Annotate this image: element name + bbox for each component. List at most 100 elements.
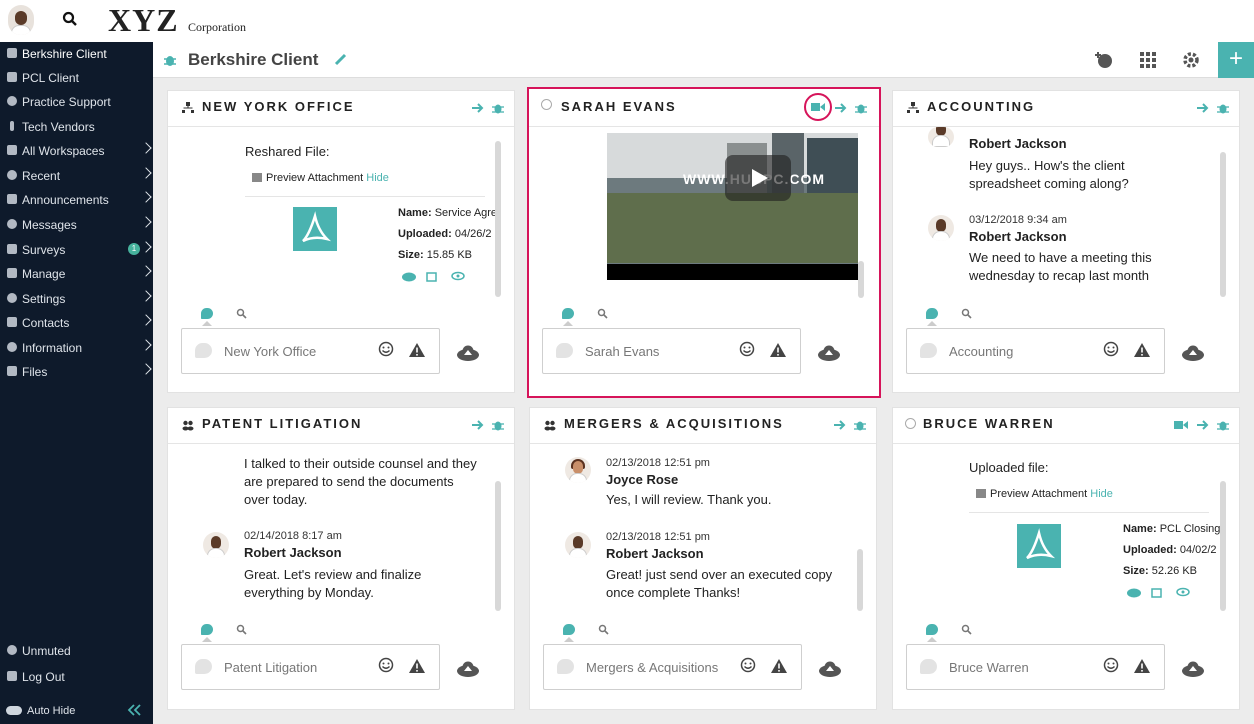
play-button[interactable] bbox=[725, 155, 791, 201]
sidebar-item-announcements[interactable]: Announcements bbox=[0, 188, 153, 212]
sidebar-item-label: Messages bbox=[22, 218, 77, 232]
search-icon[interactable] bbox=[598, 624, 609, 635]
cloud-upload-icon[interactable] bbox=[1181, 345, 1205, 361]
bug-icon[interactable] bbox=[492, 419, 504, 431]
chat-tab-icon[interactable] bbox=[201, 308, 213, 319]
sidebar-item-messages[interactable]: Messages bbox=[0, 213, 153, 237]
emoji-icon[interactable] bbox=[378, 341, 394, 357]
pdf-file-icon[interactable] bbox=[1017, 524, 1061, 568]
open-arrow-icon[interactable] bbox=[1196, 419, 1210, 431]
cloud-upload-icon[interactable] bbox=[817, 345, 841, 361]
message-input[interactable]: Accounting bbox=[906, 328, 1165, 374]
message-input[interactable]: New York Office bbox=[181, 328, 440, 374]
hide-link[interactable]: Hide bbox=[1090, 488, 1113, 500]
collapse-sidebar-icon[interactable] bbox=[127, 704, 141, 716]
emoji-icon[interactable] bbox=[1103, 657, 1119, 673]
alert-icon[interactable] bbox=[770, 658, 788, 674]
video-player[interactable]: WWW.HUBPC.COM bbox=[607, 133, 858, 280]
search-icon[interactable] bbox=[236, 308, 247, 319]
chat-tab-icon[interactable] bbox=[563, 624, 575, 635]
auto-hide-label: Auto Hide bbox=[27, 705, 76, 717]
pdf-file-icon[interactable] bbox=[293, 207, 337, 251]
alert-icon[interactable] bbox=[408, 342, 426, 358]
search-icon[interactable] bbox=[961, 624, 972, 635]
chevron-right-icon bbox=[140, 290, 152, 302]
cloud-upload-icon[interactable] bbox=[456, 661, 480, 677]
attachment-label: Reshared File: bbox=[245, 144, 330, 159]
cloud-upload-icon[interactable] bbox=[456, 345, 480, 361]
search-icon[interactable] bbox=[236, 624, 247, 635]
cloud-upload-icon[interactable] bbox=[818, 661, 842, 677]
emoji-icon[interactable] bbox=[740, 657, 756, 673]
bug-icon[interactable] bbox=[1217, 102, 1229, 114]
sidebar-item-surveys[interactable]: Surveys 1 bbox=[0, 238, 153, 262]
sidebar-item-contacts[interactable]: Contacts bbox=[0, 311, 153, 335]
search-icon[interactable] bbox=[961, 308, 972, 319]
file-actions[interactable] bbox=[1127, 586, 1191, 598]
sidebar-item-recent[interactable]: Recent bbox=[0, 164, 153, 188]
sidebar-item-settings[interactable]: Settings bbox=[0, 287, 153, 311]
chevron-right-icon bbox=[140, 339, 152, 351]
share-icon bbox=[426, 272, 437, 282]
hide-link[interactable]: Hide bbox=[366, 172, 389, 184]
message-input[interactable]: Mergers & Acquisitions bbox=[543, 644, 802, 690]
logout-button[interactable]: Log Out bbox=[0, 665, 153, 689]
sidebar-item-all-workspaces[interactable]: All Workspaces bbox=[0, 139, 153, 163]
cloud-download-icon bbox=[1127, 588, 1141, 598]
open-arrow-icon[interactable] bbox=[471, 419, 485, 431]
sidebar-item-tech-vendors[interactable]: Tech Vendors bbox=[0, 115, 153, 139]
bug-icon[interactable] bbox=[854, 419, 866, 431]
sidebar-item-practice-support[interactable]: Practice Support bbox=[0, 90, 153, 114]
sidebar-item-files[interactable]: Files bbox=[0, 360, 153, 384]
sidebar-item-information[interactable]: Information bbox=[0, 336, 153, 360]
bug-icon[interactable] bbox=[492, 102, 504, 114]
search-icon[interactable] bbox=[597, 308, 608, 319]
alert-icon[interactable] bbox=[1133, 342, 1151, 358]
sidebar-item-manage[interactable]: Manage bbox=[0, 262, 153, 286]
emoji-icon[interactable] bbox=[739, 341, 755, 357]
alert-icon[interactable] bbox=[408, 658, 426, 674]
grid-view-icon[interactable] bbox=[1139, 51, 1157, 69]
add-user-chat-icon[interactable] bbox=[1095, 51, 1113, 69]
panel-accounting: ACCOUNTING Robert Jackson Hey guys.. How… bbox=[892, 90, 1240, 393]
emoji-icon[interactable] bbox=[1103, 341, 1119, 357]
open-arrow-icon[interactable] bbox=[1196, 102, 1210, 114]
gear-icon[interactable] bbox=[1182, 51, 1200, 69]
users-icon bbox=[182, 420, 194, 431]
file-actions[interactable] bbox=[402, 270, 466, 282]
message-input[interactable]: Sarah Evans bbox=[542, 328, 801, 374]
add-panel-button[interactable]: + bbox=[1218, 42, 1254, 78]
play-icon bbox=[752, 169, 768, 187]
panel-tabs bbox=[562, 308, 622, 326]
chat-tab-icon[interactable] bbox=[562, 308, 574, 319]
auto-hide-toggle[interactable] bbox=[6, 706, 22, 715]
chat-tab-icon[interactable] bbox=[926, 624, 938, 635]
open-arrow-icon[interactable] bbox=[834, 102, 848, 114]
open-arrow-icon[interactable] bbox=[833, 419, 847, 431]
bug-icon[interactable] bbox=[1217, 419, 1229, 431]
avatar bbox=[565, 457, 591, 483]
cloud-upload-icon[interactable] bbox=[1181, 661, 1205, 677]
panel-tabs bbox=[563, 624, 623, 642]
chat-tab-icon[interactable] bbox=[926, 308, 938, 319]
pin-icon bbox=[10, 121, 14, 131]
sidebar-item-pcl-client[interactable]: PCL Client bbox=[0, 66, 153, 90]
user-avatar[interactable] bbox=[8, 5, 34, 35]
message-input[interactable]: Bruce Warren bbox=[906, 644, 1165, 690]
open-arrow-icon[interactable] bbox=[471, 102, 485, 114]
video-call-button[interactable] bbox=[804, 93, 832, 121]
search-icon[interactable] bbox=[62, 11, 78, 27]
bug-icon[interactable] bbox=[855, 102, 867, 114]
chat-tab-icon[interactable] bbox=[201, 624, 213, 635]
panel-title: ACCOUNTING bbox=[927, 99, 1036, 114]
alert-icon[interactable] bbox=[1133, 658, 1151, 674]
video-camera-icon[interactable] bbox=[1174, 420, 1188, 430]
chevron-right-icon bbox=[140, 314, 152, 326]
edit-pencil-icon[interactable] bbox=[334, 53, 347, 66]
unmuted-toggle[interactable]: Unmuted bbox=[0, 639, 153, 663]
sidebar-item-berkshire-client[interactable]: Berkshire Client bbox=[0, 42, 153, 66]
chevron-right-icon bbox=[140, 167, 152, 179]
emoji-icon[interactable] bbox=[378, 657, 394, 673]
alert-icon[interactable] bbox=[769, 342, 787, 358]
message-input[interactable]: Patent Litigation bbox=[181, 644, 440, 690]
